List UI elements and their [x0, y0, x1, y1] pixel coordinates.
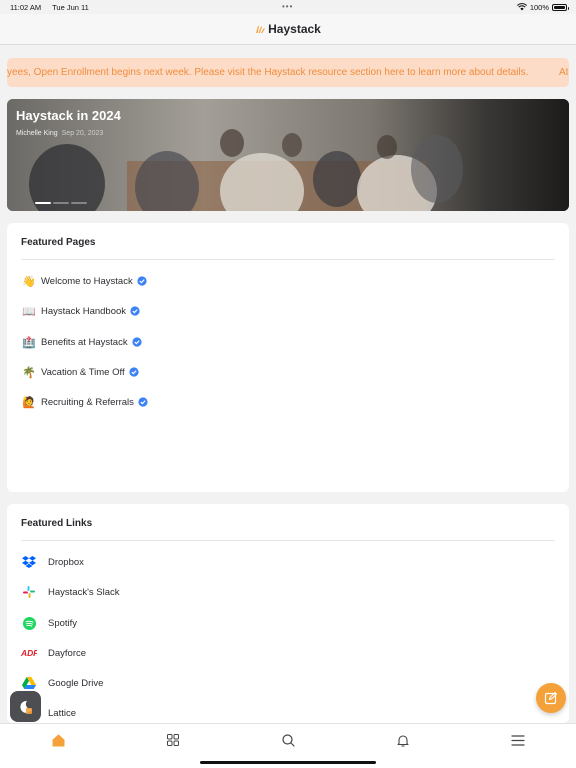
battery-icon: [552, 3, 569, 11]
featured-page-label: Benefits at Haystack: [41, 336, 128, 348]
featured-link-item[interactable]: Google Drive: [21, 675, 103, 691]
compose-button[interactable]: [536, 683, 566, 713]
hero-author: Michelle King: [16, 130, 58, 137]
announcement-text: yees, Open Enrollment begins next week. …: [7, 67, 529, 78]
multitasking-dots[interactable]: •••: [282, 2, 293, 11]
featured-page-label: Welcome to Haystack: [41, 275, 133, 287]
featured-page-label: Vacation & Time Off: [41, 366, 125, 378]
featured-page-item[interactable]: 🏥 Benefits at Haystack: [21, 334, 142, 350]
brand-name: Haystack: [268, 22, 321, 36]
spotify-icon: [21, 615, 37, 631]
featured-link-item[interactable]: Dropbox: [21, 554, 84, 570]
featured-link-label: Dayforce: [48, 647, 87, 659]
featured-links-card: Featured Links Dropbox Haystack's Slack …: [7, 504, 569, 723]
featured-link-label: Haystack's Slack: [48, 586, 120, 598]
hamburger-menu-icon: [511, 734, 525, 746]
featured-pages-card: Featured Pages 👋 Welcome to Haystack 📖 H…: [7, 223, 569, 492]
hero-date: Sep 20, 2023: [61, 130, 104, 137]
person-raising-hand-icon: 🙋: [22, 396, 36, 409]
search-icon: [281, 733, 295, 747]
announcement-text-continued: At: [559, 67, 569, 78]
verified-badge-icon: [138, 397, 148, 407]
featured-links-title: Featured Links: [21, 518, 93, 529]
featured-link-label: Spotify: [48, 617, 78, 629]
palm-tree-icon: 🌴: [22, 366, 36, 379]
status-date: Tue Jun 11: [52, 2, 89, 12]
bottom-navigation: [0, 723, 576, 768]
hero-carousel[interactable]: Haystack in 2024 Michelle King Sep 20, 20…: [7, 99, 569, 211]
adp-icon: ADP: [21, 645, 37, 661]
google-drive-icon: [21, 675, 37, 691]
bell-icon: [397, 734, 409, 747]
haystack-logo-icon: [256, 25, 265, 33]
nav-apps[interactable]: [165, 732, 181, 748]
featured-link-label: Lattice: [48, 707, 76, 719]
carousel-indicator[interactable]: [35, 202, 87, 204]
slack-icon: [21, 584, 37, 600]
nav-menu[interactable]: [510, 732, 526, 748]
dropbox-icon: [21, 554, 37, 570]
featured-link-item[interactable]: Spotify: [21, 615, 77, 631]
featured-page-label: Haystack Handbook: [41, 305, 127, 317]
carousel-dot[interactable]: [35, 202, 51, 204]
featured-page-item[interactable]: 🌴 Vacation & Time Off: [21, 364, 139, 380]
waving-hand-icon: 👋: [22, 275, 36, 288]
hero-title: Haystack in 2024: [16, 108, 121, 123]
svg-text:ADP: ADP: [21, 648, 37, 658]
featured-link-item[interactable]: ADP Dayforce: [21, 645, 86, 661]
featured-link-label: Google Drive: [48, 677, 104, 689]
home-icon: [52, 734, 64, 746]
hospital-icon: 🏥: [22, 336, 36, 349]
divider: [21, 540, 555, 541]
brand-logo: Haystack: [255, 22, 321, 36]
featured-pages-title: Featured Pages: [21, 237, 96, 248]
divider: [21, 259, 555, 260]
nav-home[interactable]: [50, 732, 66, 748]
status-time: 11:02 AM: [10, 2, 42, 12]
app-header: Haystack: [0, 14, 576, 45]
featured-page-label: Recruiting & Referrals: [41, 396, 134, 408]
nav-search[interactable]: [280, 732, 296, 748]
carousel-dot[interactable]: [71, 202, 87, 204]
featured-link-label: Dropbox: [48, 556, 84, 568]
appearance-toggle-button[interactable]: [10, 691, 41, 722]
featured-page-item[interactable]: 👋 Welcome to Haystack: [21, 273, 147, 289]
edit-icon: [544, 691, 558, 705]
open-book-icon: 📖: [22, 305, 36, 318]
home-indicator[interactable]: [200, 761, 376, 764]
hero-meta: Michelle King Sep 20, 2023: [16, 130, 103, 137]
featured-page-item[interactable]: 🙋 Recruiting & Referrals: [21, 394, 148, 410]
carousel-dot[interactable]: [53, 202, 69, 204]
grid-icon: [167, 734, 179, 746]
announcement-banner[interactable]: yees, Open Enrollment begins next week. …: [7, 58, 569, 87]
moon-icon: [19, 700, 32, 714]
wifi-icon: [516, 3, 527, 11]
nav-notifications[interactable]: [395, 732, 411, 748]
verified-badge-icon: [130, 306, 140, 316]
featured-link-item[interactable]: Haystack's Slack: [21, 584, 120, 600]
battery-percent: 100%: [529, 2, 549, 12]
verified-badge-icon: [132, 337, 142, 347]
verified-badge-icon: [137, 276, 147, 286]
featured-page-item[interactable]: 📖 Haystack Handbook: [21, 303, 140, 319]
verified-badge-icon: [129, 367, 139, 377]
